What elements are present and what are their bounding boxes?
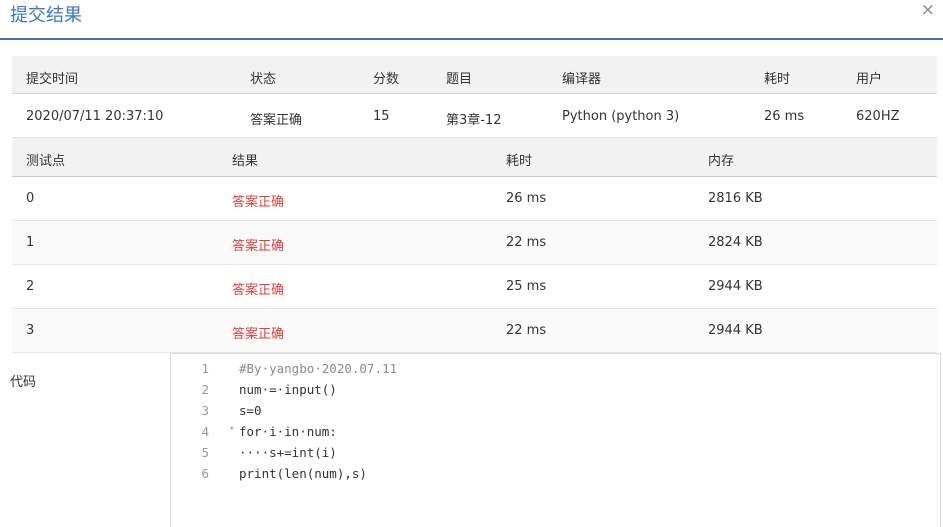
cases-header-row: 测试点 结果 耗时 内存 bbox=[12, 138, 937, 177]
code-line: 3 s=0 bbox=[171, 401, 941, 422]
user-value: 620HZ bbox=[856, 109, 900, 124]
case-time: 26 ms bbox=[506, 191, 547, 206]
col-header-submit-time: 提交时间 bbox=[26, 72, 79, 87]
col-header-problem: 题目 bbox=[446, 72, 473, 87]
col-header-result: 结果 bbox=[232, 154, 259, 169]
case-memory: 2944 KB bbox=[708, 279, 763, 294]
case-result: 答案正确 bbox=[232, 239, 285, 254]
table-row: 0 答案正确 26 ms 2816 KB bbox=[12, 177, 937, 221]
col-header-case-time: 耗时 bbox=[506, 154, 533, 169]
col-header-compiler: 编译器 bbox=[562, 72, 602, 87]
case-memory: 2944 KB bbox=[708, 323, 763, 338]
code-line: 5 ····s+=int(i) bbox=[171, 443, 941, 464]
case-time: 22 ms bbox=[506, 235, 547, 250]
case-id: 3 bbox=[26, 323, 35, 338]
status-badge: 答案正确 bbox=[250, 113, 303, 128]
dialog-header: 提交结果 × bbox=[0, 0, 943, 40]
code-text: ····s+=int(i) bbox=[239, 445, 337, 460]
code-line: 4 ▾ for·i·in·num: bbox=[171, 422, 941, 443]
case-id: 2 bbox=[26, 279, 35, 294]
line-number: 1 bbox=[201, 361, 209, 376]
code-editor[interactable]: 1 #By·yangbo·2020.07.11 2 num·=·input() … bbox=[170, 353, 941, 527]
col-header-duration: 耗时 bbox=[764, 72, 791, 87]
code-label: 代码 bbox=[10, 375, 37, 390]
line-number: 6 bbox=[201, 466, 209, 481]
table-row: 1 答案正确 22 ms 2824 KB bbox=[12, 221, 937, 265]
close-icon[interactable]: × bbox=[921, 0, 935, 20]
line-number: 2 bbox=[201, 382, 209, 397]
case-result: 答案正确 bbox=[232, 327, 285, 342]
table-row: 2 答案正确 25 ms 2944 KB bbox=[12, 265, 937, 309]
code-text: #By·yangbo·2020.07.11 bbox=[239, 361, 398, 376]
case-time: 22 ms bbox=[506, 323, 547, 338]
case-id: 0 bbox=[26, 191, 35, 206]
case-memory: 2824 KB bbox=[708, 235, 763, 250]
code-line: 6 print(len(num),s) bbox=[171, 464, 941, 485]
compiler-value: Python (python 3) bbox=[562, 109, 680, 124]
table-row: 3 答案正确 22 ms 2944 KB bbox=[12, 309, 937, 353]
submit-time: 2020/07/11 20:37:10 bbox=[26, 109, 164, 124]
case-id: 1 bbox=[26, 235, 35, 250]
case-memory: 2816 KB bbox=[708, 191, 763, 206]
problem-link[interactable]: 第3章-12 bbox=[446, 109, 502, 128]
col-header-status: 状态 bbox=[250, 72, 277, 87]
summary-header-row: 提交时间 状态 分数 题目 编译器 耗时 用户 bbox=[12, 56, 937, 94]
code-text: for·i·in·num: bbox=[239, 424, 337, 439]
col-header-user: 用户 bbox=[856, 72, 883, 87]
duration-value: 26 ms bbox=[764, 109, 805, 124]
summary-row: 2020/07/11 20:37:10 答案正确 15 第3章-12 Pytho… bbox=[12, 95, 937, 138]
case-time: 25 ms bbox=[506, 279, 547, 294]
fold-arrow-icon[interactable]: ▾ bbox=[229, 424, 234, 434]
case-result: 答案正确 bbox=[232, 283, 285, 298]
dialog-title: 提交结果 bbox=[10, 5, 82, 26]
line-number: 3 bbox=[201, 403, 209, 418]
col-header-memory: 内存 bbox=[708, 154, 735, 169]
col-header-case: 测试点 bbox=[26, 154, 66, 169]
case-result: 答案正确 bbox=[232, 195, 285, 210]
line-number: 5 bbox=[201, 445, 209, 460]
code-text: s=0 bbox=[239, 403, 262, 418]
code-line: 1 #By·yangbo·2020.07.11 bbox=[171, 359, 941, 380]
score-value: 15 bbox=[373, 109, 390, 124]
code-line: 2 num·=·input() bbox=[171, 380, 941, 401]
line-number: 4 bbox=[201, 424, 209, 439]
code-text: num·=·input() bbox=[239, 382, 337, 397]
code-text: print(len(num),s) bbox=[239, 466, 367, 481]
col-header-score: 分数 bbox=[373, 72, 400, 87]
